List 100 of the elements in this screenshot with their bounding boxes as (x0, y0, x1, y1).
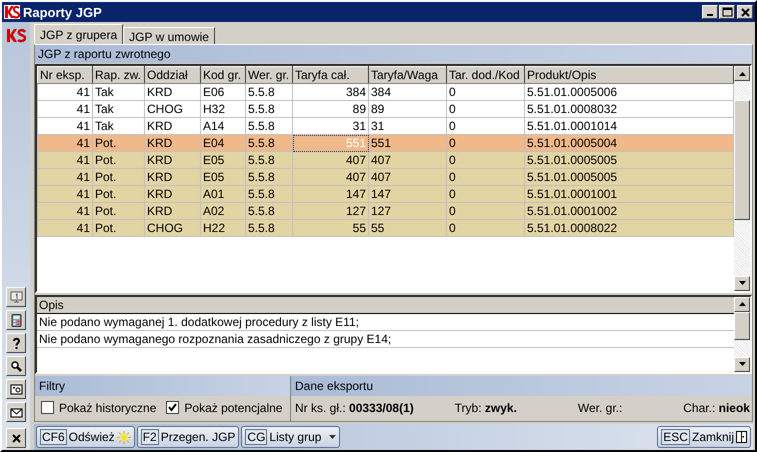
scroll-up-button[interactable] (734, 66, 750, 81)
export-field: Char.: nieok (683, 400, 752, 415)
table-cell: 41 (38, 84, 92, 100)
regenerate-button[interactable]: F2 Przegen. JGP (136, 426, 240, 448)
checkbox-label: Pokaż historyczne (59, 400, 156, 415)
scroll-down-button[interactable] (734, 276, 750, 291)
scroll-down-button[interactable] (734, 356, 750, 372)
table-cell: 127 (368, 202, 446, 220)
table-cell: 5.5.8 (246, 100, 292, 118)
table-row[interactable]: 41 Tak CHOG H32 5.5.8 89 89 0 5.51.01.0008032 (38, 100, 734, 118)
table-cell: KRD (144, 202, 200, 220)
table-cell: CHOG (144, 220, 200, 236)
table-cell: 5.5.8 (246, 186, 292, 202)
table-cell: H32 (200, 100, 246, 118)
monitor-button[interactable] (6, 287, 26, 307)
table-cell: KRD (144, 118, 200, 134)
table-row[interactable]: 41 Pot. CHOG H22 5.5.8 55 55 0 5.51.01.0008022 (38, 220, 734, 236)
column-header[interactable]: Opis (37, 296, 734, 314)
checkbox[interactable] (166, 401, 180, 414)
table-cell: 551 (368, 134, 446, 152)
door-icon (736, 431, 747, 443)
table-cell: E05 (200, 152, 246, 168)
column-header[interactable]: Produkt/Opis (524, 66, 734, 84)
table-cell: 41 (38, 100, 92, 118)
monitor-icon (8, 290, 24, 304)
table-row[interactable]: 41 Pot. KRD E04 5.5.8 551 551 0 5.51.01.0005004 (38, 134, 734, 152)
column-header[interactable]: Taryfa cał. (292, 66, 368, 84)
table-cell: E05 (200, 168, 246, 186)
table-cell: Tak (92, 84, 144, 100)
table-row[interactable]: 41 Pot. KRD E05 5.5.8 407 407 0 5.51.01.0005005 (38, 152, 734, 168)
help-button[interactable] (6, 333, 26, 353)
table-cell: 384 (292, 84, 368, 100)
mail-button[interactable] (6, 402, 26, 422)
table-cell: KRD (144, 84, 200, 100)
table-cell: Tak (92, 100, 144, 118)
table-cell: 5.51.01.0005006 (524, 84, 734, 100)
table-cell: 31 (292, 118, 368, 134)
table-cell: Tak (92, 118, 144, 134)
photo-icon (8, 382, 24, 396)
table-cell: Pot. (92, 152, 144, 168)
tab[interactable]: JGP z grupera (34, 24, 124, 44)
column-header[interactable]: Tar. dod./Kod (446, 66, 524, 84)
table-cell: 89 (292, 100, 368, 118)
close-button[interactable] (737, 5, 753, 19)
table-cell: KRD (144, 152, 200, 168)
tab[interactable]: JGP w umowie (123, 27, 215, 44)
table-cell: 0 (446, 186, 524, 202)
table-cell: H22 (200, 220, 246, 236)
table-row[interactable]: 41 Pot. KRD E05 5.5.8 407 407 0 5.51.01.0005005 (38, 168, 734, 186)
scroll-thumb[interactable] (734, 100, 750, 220)
scroll-up-button[interactable] (734, 296, 750, 312)
column-header[interactable]: Taryfa/Waga (368, 66, 446, 84)
table-cell: KRD (144, 186, 200, 202)
table-row[interactable]: 41 Tak KRD A14 5.5.8 31 31 0 5.51.01.0001014 (38, 118, 734, 134)
search-icon (8, 360, 24, 372)
table-cell: 55 (368, 220, 446, 236)
calculator-button[interactable] (6, 310, 26, 330)
column-header[interactable]: Kod gr. (200, 66, 246, 84)
photo-button[interactable] (6, 379, 26, 399)
minimize-button[interactable] (702, 5, 718, 19)
table-cell: 41 (38, 220, 92, 236)
table-cell: 55 (292, 220, 368, 236)
table-cell: Pot. (92, 186, 144, 202)
table-cell: 5.51.01.0008022 (524, 220, 734, 236)
maximize-button[interactable] (719, 5, 735, 19)
table-cell: 0 (446, 202, 524, 220)
table-row[interactable]: 41 Tak KRD E06 5.5.8 384 384 0 5.51.01.0005006 (38, 84, 734, 100)
table-cell: 5.51.01.0001014 (524, 118, 734, 134)
table-row[interactable]: 41 Pot. KRD A01 5.5.8 147 147 0 5.51.01.0001001 (38, 186, 734, 202)
column-header[interactable]: Rap. zw. (92, 66, 144, 84)
caret-icon (329, 435, 336, 439)
section-header: JGP z raportu zwrotnego (35, 45, 752, 63)
group-list-button[interactable]: CG Listy grup (241, 426, 340, 448)
table-row[interactable]: 41 Pot. KRD A02 5.5.8 127 127 0 5.51.01.0001002 (38, 202, 734, 220)
checkbox[interactable] (41, 401, 54, 414)
table-cell: 41 (38, 118, 92, 134)
table-cell: E06 (200, 84, 246, 100)
down-arrow-icon (738, 362, 746, 366)
table-cell: 0 (446, 220, 524, 236)
table-cell: A14 (200, 118, 246, 134)
table-cell: A02 (200, 202, 246, 220)
table-cell: 41 (38, 202, 92, 220)
table-cell: Nie podano wymaganej 1. dodatkowej procedury z listy E11; (37, 314, 734, 331)
section-header: Dane eksportu (291, 376, 752, 396)
column-header[interactable]: Wer. gr. (246, 66, 292, 84)
table-cell: 5.5.8 (246, 84, 292, 100)
refresh-button[interactable]: CF6 Odśwież (36, 426, 135, 448)
table-cell: Pot. (92, 168, 144, 186)
calculator-icon (8, 314, 24, 326)
close-window-button[interactable]: ESC Zamknij (657, 426, 751, 448)
close-button[interactable] (6, 428, 26, 448)
table-cell: 407 (292, 168, 368, 186)
scroll-thumb[interactable] (734, 312, 750, 340)
column-header[interactable]: Oddział (144, 66, 200, 84)
export-field: Wer. gr.: (578, 400, 624, 415)
sparkle-icon (116, 430, 131, 444)
table-cell: 41 (38, 134, 92, 152)
search-button[interactable] (6, 356, 26, 376)
export-field: Tryb: zwyk. (454, 400, 519, 415)
column-header[interactable]: Nr eksp. (38, 66, 92, 84)
